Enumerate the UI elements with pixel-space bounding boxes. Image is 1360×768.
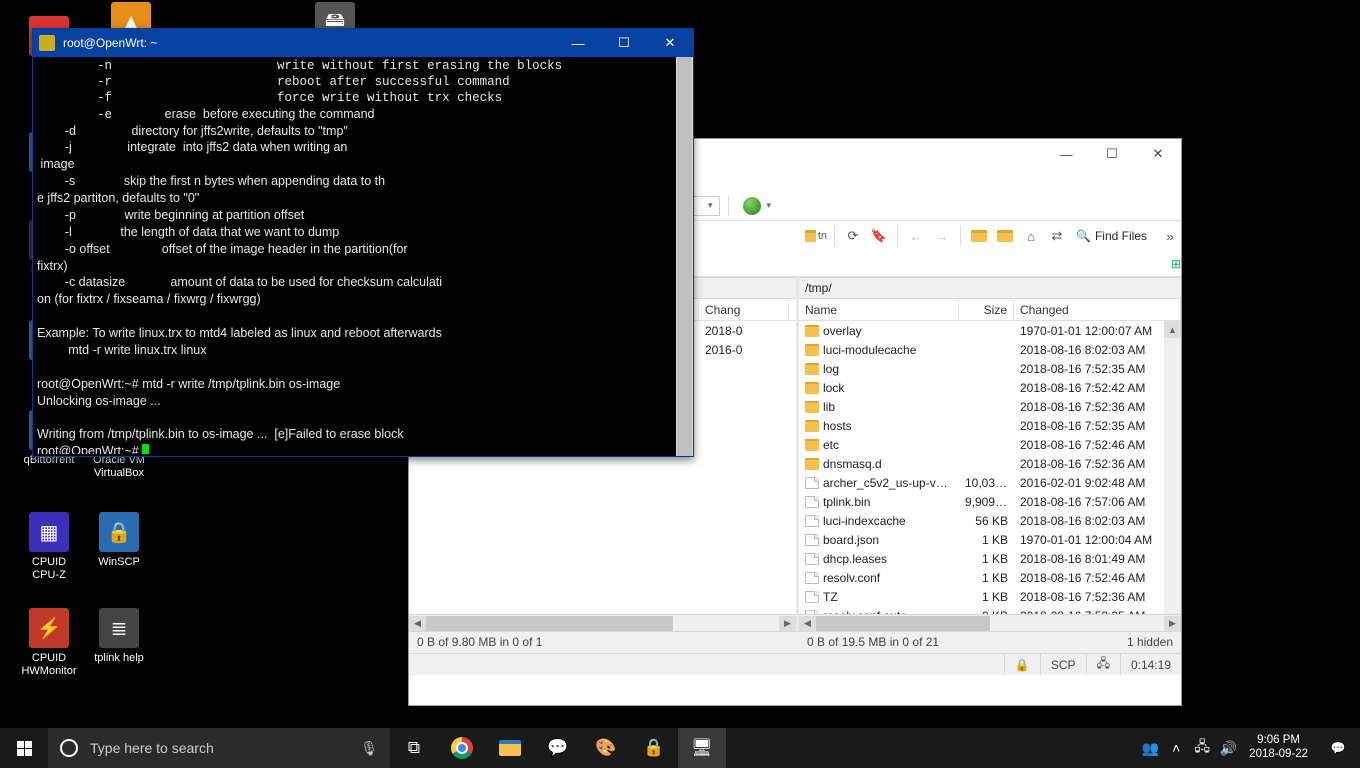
taskbar: Type here to search 🎙 ⧉ 💬 🎨 🔒 🖥 👥 ˄ 🖧 🔊 … xyxy=(0,728,1360,768)
right-drive-select[interactable]: tn xyxy=(805,225,827,247)
right-status: 0 B of 19.5 MB in 0 of 21 xyxy=(799,632,1119,653)
table-row[interactable]: lib2018-08-16 7:52:36 AM xyxy=(799,397,1181,416)
home-icon[interactable]: ⌂ xyxy=(1020,225,1042,247)
fwd-icon[interactable]: → xyxy=(931,225,953,247)
action-center-icon[interactable]: 💬 xyxy=(1316,728,1360,768)
volume-icon[interactable]: 🔊 xyxy=(1215,740,1241,757)
network-icon[interactable]: 🖧 xyxy=(1189,736,1215,760)
file-explorer-icon[interactable] xyxy=(486,728,534,768)
encryption-icon[interactable]: 🔒 xyxy=(1004,654,1040,675)
table-row[interactable]: resolv.conf1 KB2018-08-16 7:52:46 AM xyxy=(799,568,1181,587)
table-row[interactable]: dnsmasq.d2018-08-16 7:52:36 AM xyxy=(799,454,1181,473)
app-icon-2[interactable]: 🎨 xyxy=(582,728,630,768)
right-headers[interactable]: Name Size Changed xyxy=(799,299,1181,321)
minimize-button[interactable]: — xyxy=(555,29,601,57)
mic-icon[interactable]: 🎙 xyxy=(360,740,378,757)
table-row[interactable]: luci-modulecache2018-08-16 8:02:03 AM xyxy=(799,340,1181,359)
header-size: Size xyxy=(959,299,1014,320)
refresh-icon[interactable]: ⟳ xyxy=(842,225,864,247)
sync-dropdown[interactable] xyxy=(737,195,778,217)
search-placeholder: Type here to search xyxy=(90,740,214,756)
protocol-label: SCP xyxy=(1040,654,1086,675)
sync-browse-icon[interactable]: ⇄ xyxy=(1046,225,1068,247)
hidden-count: 1 hidden xyxy=(1119,632,1181,653)
maximize-button[interactable]: ☐ xyxy=(1089,139,1135,169)
expand-right[interactable]: » xyxy=(1159,225,1181,247)
close-button[interactable]: ✕ xyxy=(647,29,693,57)
terminal-output[interactable]: -n write without first erasing the block… xyxy=(37,59,675,454)
desktop-icon-cpuz[interactable]: ▦CPUIDCPU-Z xyxy=(14,512,84,581)
bookmark-icon[interactable]: 🔖 xyxy=(868,225,890,247)
header-name: Name xyxy=(799,299,959,320)
left-h-scrollbar[interactable]: ◀▶ xyxy=(409,614,796,631)
header-changed: Changed xyxy=(1014,299,1181,320)
putty-window: root@OpenWrt: ~ — ☐ ✕ -n write without f… xyxy=(32,28,694,457)
people-icon[interactable]: 👥 xyxy=(1137,740,1163,757)
right-v-scrollbar[interactable]: ▲ xyxy=(1164,321,1181,614)
back-icon[interactable]: ← xyxy=(905,225,927,247)
minimize-button[interactable]: — xyxy=(1043,139,1089,169)
start-button[interactable] xyxy=(0,728,48,768)
connection-icon[interactable]: 🖧 xyxy=(1086,654,1120,675)
clock[interactable]: 9:06 PM2018-09-22 xyxy=(1241,734,1316,762)
table-row[interactable]: dhcp.leases1 KB2018-08-16 8:01:49 AM xyxy=(799,549,1181,568)
table-row[interactable]: board.json1 KB1970-01-01 12:00:04 AM xyxy=(799,530,1181,549)
globe-icon xyxy=(743,197,761,215)
winscp-taskbar-icon[interactable]: 🔒 xyxy=(630,728,678,768)
desktop-icon-tplink-help[interactable]: ≣tplink help xyxy=(84,608,154,665)
table-row[interactable]: tplink.bin9,909 KB2018-08-16 7:57:06 AM xyxy=(799,492,1181,511)
left-status: 0 B of 9.80 MB in 0 of 1 xyxy=(409,632,799,653)
cortana-icon xyxy=(60,739,78,757)
table-row[interactable]: archer_c5v2_us-up-ve…10,037 KB2016-02-01… xyxy=(799,473,1181,492)
task-view-icon[interactable]: ⧉ xyxy=(390,728,438,768)
root-folder-icon[interactable] xyxy=(994,225,1016,247)
putty-titlebar[interactable]: root@OpenWrt: ~ — ☐ ✕ xyxy=(33,29,693,57)
right-panel: /tmp/ Name Size Changed ▲ overlay1970-01… xyxy=(799,277,1181,631)
connection-time: 0:14:19 xyxy=(1120,654,1181,675)
right-h-scrollbar[interactable]: ◀▶ xyxy=(799,614,1181,631)
up-folder-icon[interactable] xyxy=(968,225,990,247)
table-row[interactable]: log2018-08-16 7:52:35 AM xyxy=(799,359,1181,378)
chrome-icon[interactable] xyxy=(438,728,486,768)
right-nav-toolbar: tn ⟳ 🔖 ← → ⌂ ⇄ 🔍 Find Files » xyxy=(799,221,1181,251)
winscp-status: 0 B of 9.80 MB in 0 of 1 0 B of 19.5 MB … xyxy=(409,631,1181,653)
header-changed: Chang xyxy=(699,299,789,320)
winscp-footer: 🔒 SCP 🖧 0:14:19 xyxy=(409,653,1181,675)
app-icon-1[interactable]: 💬 xyxy=(534,728,582,768)
right-file-list[interactable]: ▲ overlay1970-01-01 12:00:07 AMluci-modu… xyxy=(799,321,1181,614)
desktop-icon-winscp[interactable]: 🔒WinSCP xyxy=(84,512,154,569)
table-row[interactable]: etc2018-08-16 7:52:46 AM xyxy=(799,435,1181,454)
maximize-button[interactable]: ☐ xyxy=(601,29,647,57)
table-row[interactable]: resolv.conf.auto0 KB2018-08-16 7:52:35 A… xyxy=(799,606,1181,614)
putty-icon xyxy=(39,35,55,51)
find-files-button[interactable]: 🔍 Find Files xyxy=(1076,229,1147,243)
tray-expand-icon[interactable]: ˄ xyxy=(1163,740,1189,756)
table-row[interactable]: overlay1970-01-01 12:00:07 AM xyxy=(799,321,1181,340)
table-row[interactable]: luci-indexcache56 KB2018-08-16 8:02:03 A… xyxy=(799,511,1181,530)
putty-taskbar-icon[interactable]: 🖥 xyxy=(678,728,726,768)
close-button[interactable]: ✕ xyxy=(1135,139,1181,169)
new-right[interactable]: ⊞ xyxy=(1171,257,1181,271)
desktop-icon-hwmonitor[interactable]: ⚡CPUIDHWMonitor xyxy=(14,608,84,677)
table-row[interactable]: lock2018-08-16 7:52:42 AM xyxy=(799,378,1181,397)
putty-title-text: root@OpenWrt: ~ xyxy=(63,36,157,50)
search-box[interactable]: Type here to search 🎙 xyxy=(48,728,390,768)
putty-scrollbar[interactable] xyxy=(676,57,693,456)
table-row[interactable]: TZ1 KB2018-08-16 7:52:36 AM xyxy=(799,587,1181,606)
right-path[interactable]: /tmp/ xyxy=(799,277,1181,299)
table-row[interactable]: hosts2018-08-16 7:52:35 AM xyxy=(799,416,1181,435)
